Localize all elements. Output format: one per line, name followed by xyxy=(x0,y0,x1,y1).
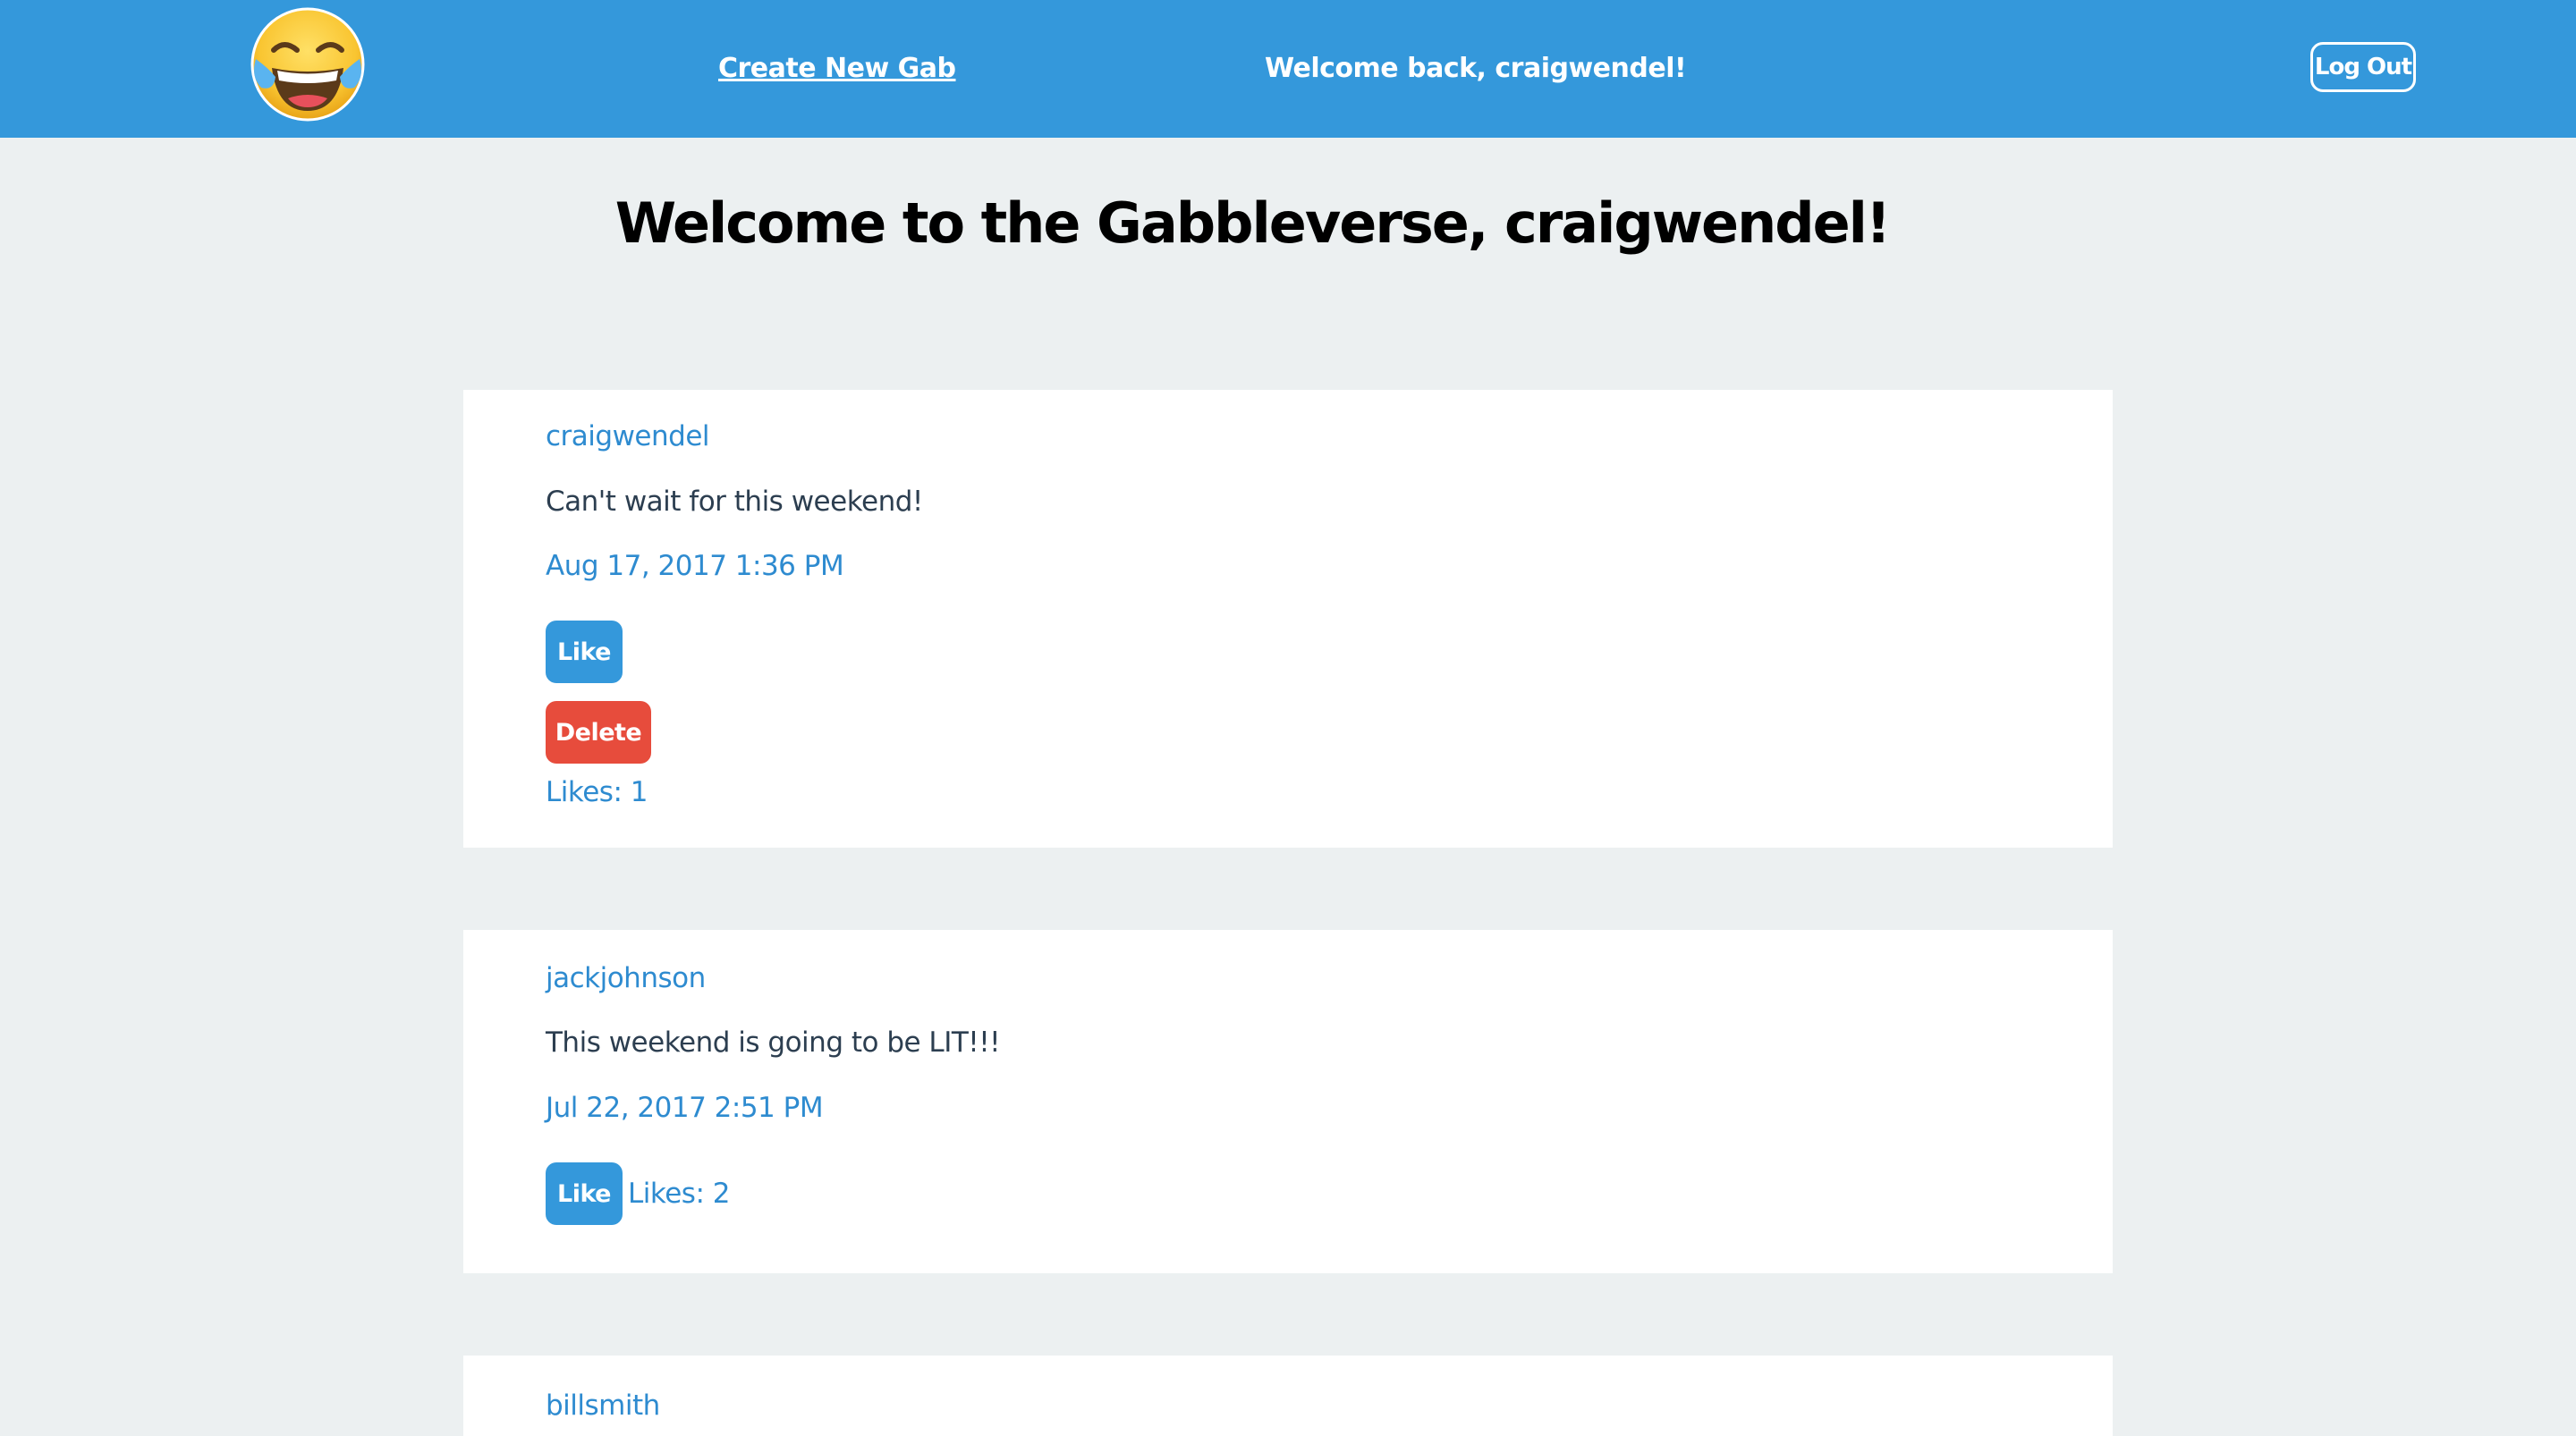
post-timestamp: Aug 17, 2017 1:36 PM xyxy=(546,550,844,582)
post-author-link[interactable]: jackjohnson xyxy=(546,959,706,998)
post-card: craigwendel Can't wait for this weekend!… xyxy=(463,390,2113,848)
post-body: Can't wait for this weekend! xyxy=(546,486,923,518)
page-title: Welcome to the Gabbleverse, craigwendel! xyxy=(614,190,1891,256)
face-with-tears-of-joy-icon[interactable] xyxy=(249,5,367,123)
logout-button[interactable]: Log Out xyxy=(2310,42,2416,92)
post-body: This weekend is going to be LIT!!! xyxy=(546,1026,1001,1059)
likes-count: Likes: 1 xyxy=(546,776,648,808)
post-card: jackjohnson This weekend is going to be … xyxy=(463,930,2113,1273)
navbar: Create New Gab Welcome back, craigwendel… xyxy=(0,0,2576,138)
post-author-link[interactable]: billsmith xyxy=(546,1386,660,1425)
like-button[interactable]: Like xyxy=(546,621,623,683)
post-card: billsmith xyxy=(463,1356,2113,1436)
welcome-back-text: Welcome back, craigwendel! xyxy=(1265,53,1687,84)
like-button[interactable]: Like xyxy=(546,1162,623,1225)
likes-count: Likes: 2 xyxy=(628,1178,730,1210)
post-timestamp: Jul 22, 2017 2:51 PM xyxy=(546,1092,824,1124)
create-new-gab-link[interactable]: Create New Gab xyxy=(718,48,956,89)
post-author-link[interactable]: craigwendel xyxy=(546,417,710,456)
delete-button[interactable]: Delete xyxy=(546,701,651,764)
